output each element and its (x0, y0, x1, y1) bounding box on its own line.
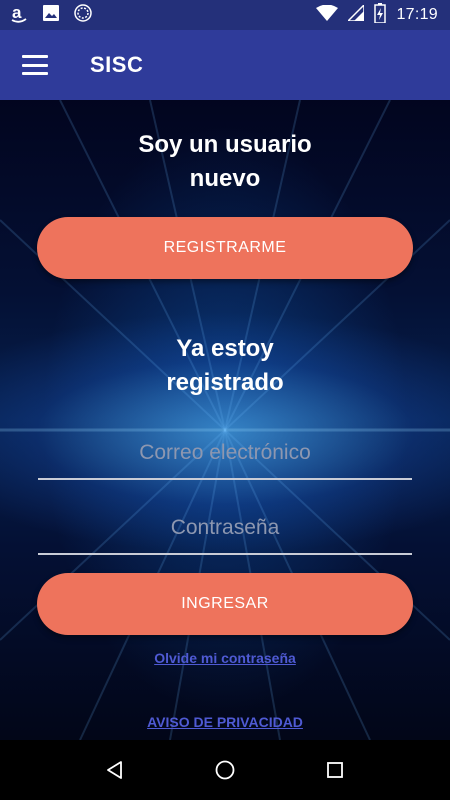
signal-icon (346, 2, 366, 26)
email-field-container (38, 428, 412, 480)
app-bar: SISC (0, 30, 450, 100)
password-field-container (38, 503, 412, 555)
image-icon (42, 4, 60, 27)
wifi-icon (316, 4, 339, 26)
notification-icons: a (10, 3, 92, 28)
navigation-bar (0, 740, 450, 800)
app-title: SISC (90, 52, 144, 77)
status-time: 17:19 (396, 6, 438, 23)
menu-icon[interactable] (22, 55, 48, 75)
password-field[interactable] (38, 515, 412, 541)
registered-heading: Ya estoy registrado (166, 335, 284, 396)
amazon-icon: a (10, 3, 28, 28)
status-bar: a 17:19 (0, 0, 450, 30)
system-icons: 17:19 (316, 2, 438, 28)
login-button[interactable]: INGRESAR (37, 573, 413, 635)
login-screen: Soy un usuario nuevo REGISTRARME Ya esto… (0, 100, 450, 740)
privacy-notice-link[interactable]: AVISO DE PRIVACIDAD (0, 714, 450, 730)
forgot-password-link[interactable]: Olvide mi contraseña (0, 650, 450, 666)
background-rays (0, 100, 450, 740)
new-user-heading: Soy un usuario nuevo (138, 131, 312, 192)
recents-icon[interactable] (315, 750, 355, 790)
register-button[interactable]: REGISTRARME (37, 217, 413, 279)
home-icon[interactable] (205, 750, 245, 790)
battery-icon (374, 2, 387, 28)
back-icon[interactable] (95, 750, 135, 790)
email-field[interactable] (38, 440, 412, 466)
svg-text:a: a (12, 3, 22, 22)
sync-icon (74, 3, 92, 27)
